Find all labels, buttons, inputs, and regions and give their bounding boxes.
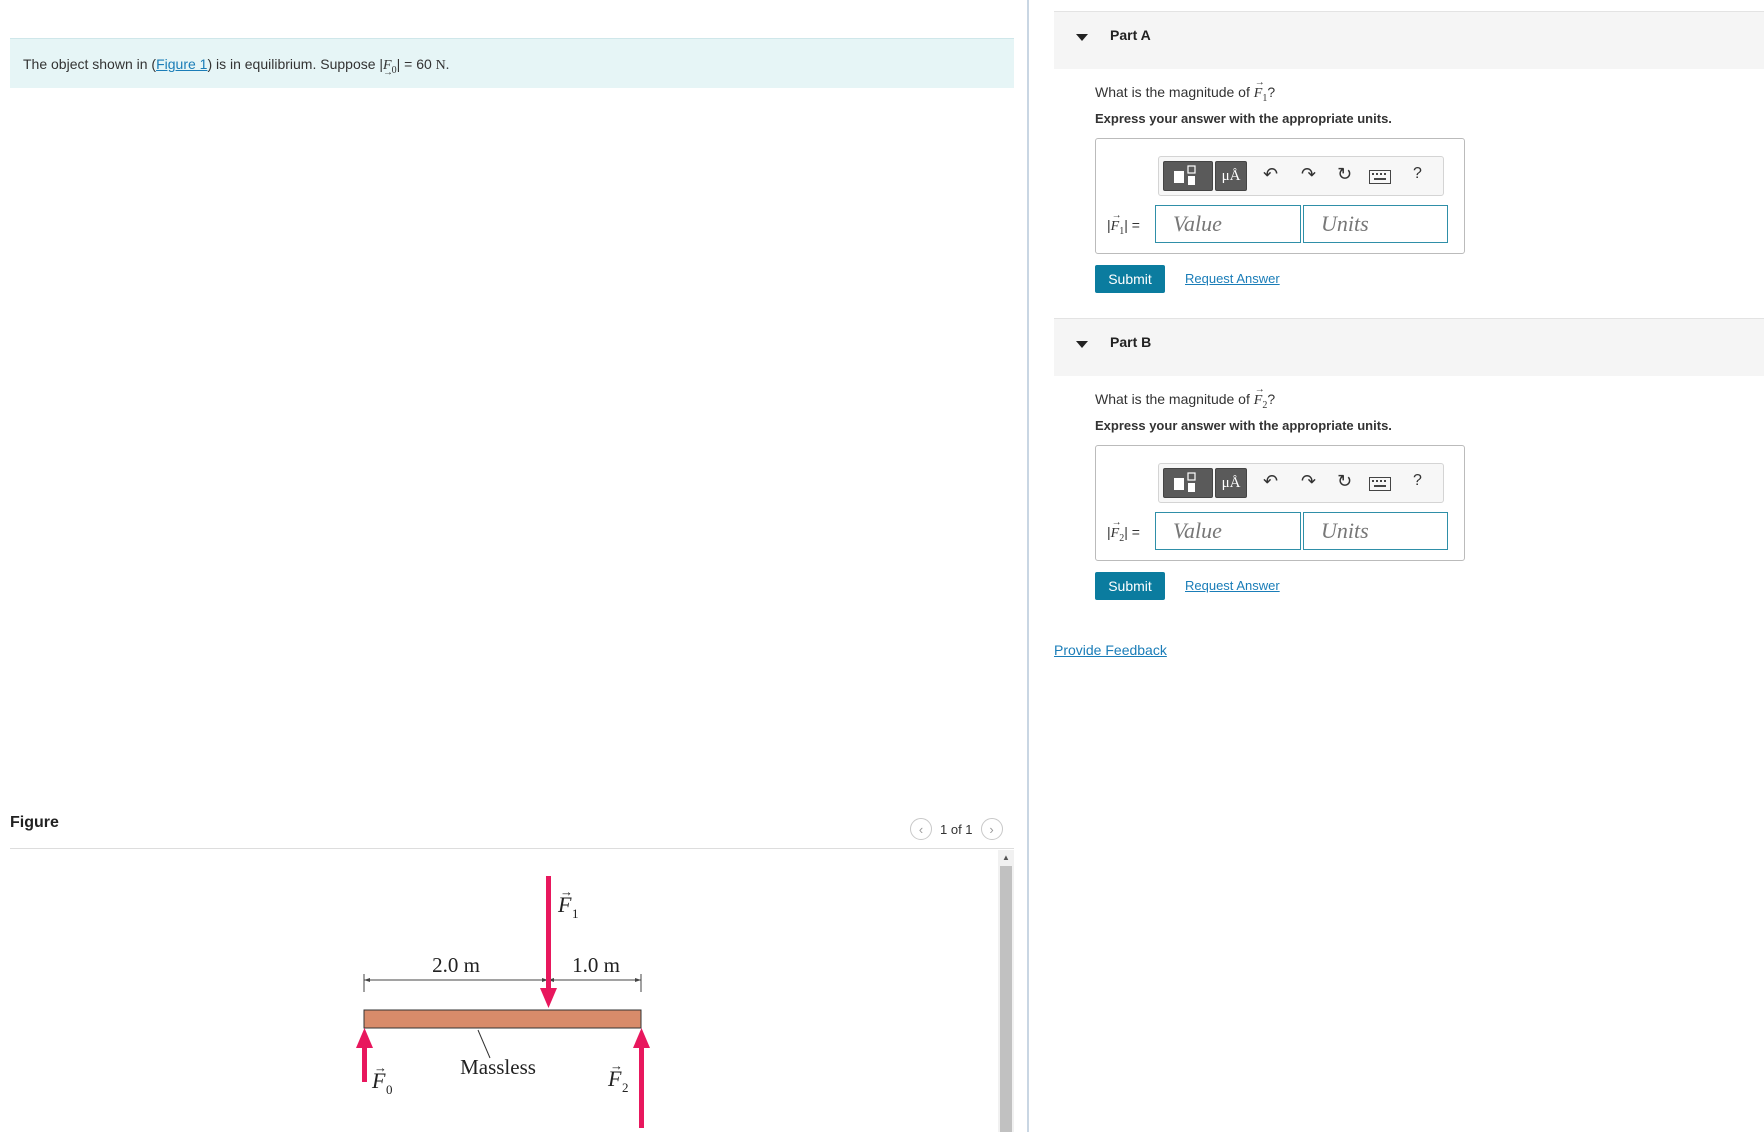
reset-icon[interactable]: ↻ — [1337, 164, 1352, 185]
keyboard-icon[interactable] — [1369, 168, 1391, 189]
scroll-up-arrow[interactable]: ▲ — [998, 850, 1014, 866]
templates-button[interactable] — [1163, 468, 1213, 498]
f2-subscript: 2 — [622, 1080, 629, 1095]
dimension-arrowhead — [364, 978, 370, 982]
part-a-value-input[interactable]: Value — [1155, 205, 1301, 243]
units-button[interactable]: μÅ — [1215, 468, 1247, 498]
part-b-request-answer-link[interactable]: Request Answer — [1185, 578, 1280, 593]
part-b-instruction: Express your answer with the appropriate… — [1095, 418, 1392, 433]
part-b-header[interactable]: Part B — [1054, 318, 1764, 376]
part-a-answer-box: μÅ ↶ ↷ ↻ ? | → F1| = Value Units — [1095, 138, 1465, 254]
part-b-value-input[interactable]: Value — [1155, 512, 1301, 550]
scroll-thumb[interactable] — [1000, 866, 1012, 1132]
dimension-arrowhead — [635, 978, 641, 982]
f1-vector-arrow: → — [560, 884, 573, 899]
f0-subscript: 0 — [386, 1082, 393, 1097]
help-icon[interactable]: ? — [1413, 165, 1422, 183]
collapse-caret-icon[interactable] — [1076, 341, 1088, 348]
part-b-label: | → F2| = — [1107, 517, 1140, 544]
problem-pane: The object shown in (Figure 1) is in equ… — [0, 0, 1026, 1132]
part-a-request-answer-link[interactable]: Request Answer — [1185, 271, 1280, 286]
part-b-answer-box: μÅ ↶ ↷ ↻ ? | → F2| = Value Units — [1095, 445, 1465, 561]
undo-icon[interactable]: ↶ — [1263, 164, 1278, 185]
massless-label: Massless — [460, 1055, 536, 1079]
f0-arrow-shaft — [362, 1046, 367, 1082]
f0-vector-arrow: → — [374, 1060, 387, 1075]
next-figure-button[interactable]: › — [980, 818, 1003, 840]
part-a-header[interactable]: Part A — [1054, 11, 1764, 69]
answer-pane: Part A What is the magnitude of → F1? Exp… — [1040, 0, 1764, 1132]
reset-icon[interactable]: ↻ — [1337, 471, 1352, 492]
f2-arrow-shaft — [639, 1046, 644, 1128]
collapse-caret-icon[interactable] — [1076, 34, 1088, 41]
part-a-submit-button[interactable]: Submit — [1095, 265, 1165, 293]
part-a-label: | → F1| = — [1107, 210, 1140, 237]
part-b-question: What is the magnitude of → F2? — [1095, 384, 1276, 411]
pane-divider[interactable] — [1027, 0, 1029, 1132]
part-b-title: Part B — [1110, 334, 1152, 350]
figure-divider — [10, 848, 1014, 849]
part-a-units-input[interactable]: Units — [1303, 205, 1448, 243]
f1-subscript: 1 — [572, 906, 579, 921]
part-a-question: What is the magnitude of → F1? — [1095, 77, 1276, 104]
provide-feedback-link[interactable]: Provide Feedback — [1054, 642, 1167, 658]
part-a-title: Part A — [1110, 27, 1151, 43]
templates-button[interactable] — [1163, 161, 1213, 191]
beam-diagram: 2.0 m 1.0 m Massless F 1 → F 0 → F 2 → — [356, 876, 650, 1128]
units-button[interactable]: μÅ — [1215, 161, 1247, 191]
f2-vector-arrow: → — [610, 1058, 623, 1073]
keyboard-icon[interactable] — [1369, 475, 1391, 496]
part-a-instruction: Express your answer with the appropriate… — [1095, 111, 1392, 126]
pager-count: 1 of 1 — [940, 821, 973, 837]
f2-arrow-head — [633, 1028, 650, 1048]
dimension-label-2: 1.0 m — [572, 953, 620, 977]
problem-statement: The object shown in (Figure 1) is in equ… — [10, 38, 1014, 88]
f1-arrow-head — [540, 988, 557, 1008]
massless-leader-line — [477, 1029, 491, 1059]
figure-title: Figure — [10, 814, 59, 831]
help-icon[interactable]: ? — [1413, 472, 1422, 490]
figure-scrollbar[interactable]: ▲ — [998, 850, 1014, 1132]
undo-icon[interactable]: ↶ — [1263, 471, 1278, 492]
figure-pager: ‹ 1 of 1 › — [910, 818, 1003, 840]
f0-arrow-head — [356, 1028, 373, 1048]
f1-arrow-shaft — [546, 876, 551, 990]
part-a-math-toolbar: μÅ ↶ ↷ ↻ ? — [1158, 156, 1444, 196]
templates-icon — [1174, 472, 1196, 492]
redo-icon[interactable]: ↷ — [1301, 164, 1316, 185]
prev-figure-button[interactable]: ‹ — [910, 818, 932, 840]
beam — [363, 1009, 642, 1029]
part-b-math-toolbar: μÅ ↶ ↷ ↻ ? — [1158, 463, 1444, 503]
redo-icon[interactable]: ↷ — [1301, 471, 1316, 492]
dimension-label-1: 2.0 m — [432, 953, 480, 977]
templates-icon — [1174, 165, 1196, 185]
figure-link[interactable]: Figure 1 — [156, 56, 207, 72]
part-b-submit-button[interactable]: Submit — [1095, 572, 1165, 600]
part-b-units-input[interactable]: Units — [1303, 512, 1448, 550]
